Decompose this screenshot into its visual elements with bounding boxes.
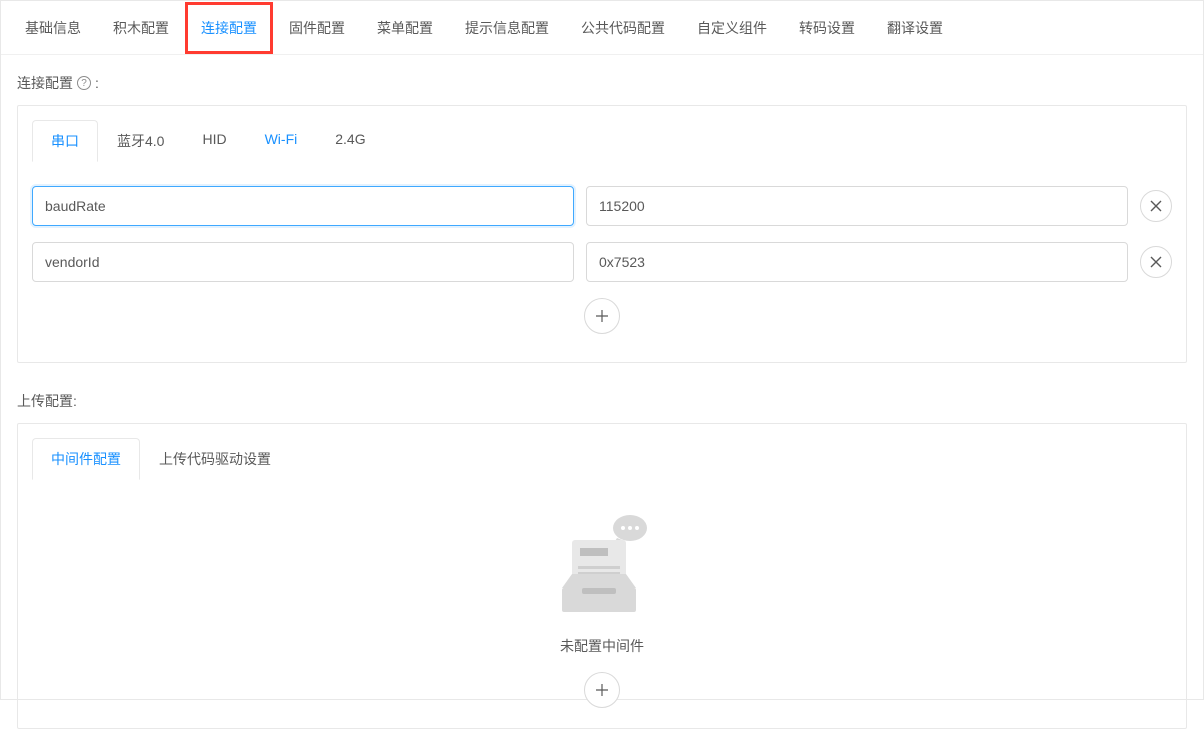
tab-upload-driver[interactable]: 上传代码驱动设置 [140, 438, 290, 480]
connection-title-text: 连接配置 [17, 73, 73, 93]
plus-icon [595, 309, 609, 323]
add-row-button[interactable] [584, 298, 620, 334]
tab-translation-settings[interactable]: 翻译设置 [871, 2, 959, 54]
tab-hint-config[interactable]: 提示信息配置 [449, 2, 565, 54]
connection-inner-tabs: 串口 蓝牙4.0 HID Wi-Fi 2.4G [32, 120, 1172, 162]
tab-transcode-settings[interactable]: 转码设置 [783, 2, 871, 54]
upload-title: 上传配置: [17, 391, 1187, 411]
upload-panel: 中间件配置 上传代码驱动设置 [17, 423, 1187, 729]
remove-row-button[interactable] [1140, 246, 1172, 278]
tab-public-code-config[interactable]: 公共代码配置 [565, 2, 681, 54]
remove-row-button[interactable] [1140, 190, 1172, 222]
add-middleware-button[interactable] [584, 672, 620, 708]
upload-inner-tabs: 中间件配置 上传代码驱动设置 [32, 438, 1172, 480]
close-icon [1150, 200, 1162, 212]
empty-text: 未配置中间件 [560, 636, 644, 656]
tab-24g[interactable]: 2.4G [316, 120, 384, 162]
tab-custom-component[interactable]: 自定义组件 [681, 2, 783, 54]
config-value-input[interactable] [586, 186, 1128, 226]
tab-block-config[interactable]: 积木配置 [97, 2, 185, 54]
tab-basic-info[interactable]: 基础信息 [9, 2, 97, 54]
main-tabs: 基础信息 积木配置 连接配置 固件配置 菜单配置 提示信息配置 公共代码配置 自… [1, 1, 1203, 55]
upload-title-text: 上传配置: [17, 391, 77, 411]
tab-hid[interactable]: HID [183, 120, 245, 162]
connection-panel: 串口 蓝牙4.0 HID Wi-Fi 2.4G [17, 105, 1187, 363]
config-key-input[interactable] [32, 186, 574, 226]
tab-menu-config[interactable]: 菜单配置 [361, 2, 449, 54]
config-key-input[interactable] [32, 242, 574, 282]
config-row [32, 186, 1172, 226]
empty-state: 未配置中间件 [32, 490, 1172, 708]
tab-serial[interactable]: 串口 [32, 120, 98, 162]
connection-section: 连接配置 ? : 串口 蓝牙4.0 HID Wi-Fi 2.4G [1, 55, 1203, 729]
tab-middleware[interactable]: 中间件配置 [32, 438, 140, 480]
plus-icon [595, 683, 609, 697]
config-value-input[interactable] [586, 242, 1128, 282]
help-icon[interactable]: ? [77, 76, 91, 90]
tab-bluetooth[interactable]: 蓝牙4.0 [98, 120, 183, 162]
connection-title: 连接配置 ? : [17, 73, 1187, 93]
tab-firmware-config[interactable]: 固件配置 [273, 2, 361, 54]
close-icon [1150, 256, 1162, 268]
colon: : [95, 75, 99, 91]
empty-illustration [542, 510, 662, 620]
tab-wifi[interactable]: Wi-Fi [246, 120, 317, 162]
tab-connection-config[interactable]: 连接配置 [185, 2, 273, 54]
config-row [32, 242, 1172, 282]
